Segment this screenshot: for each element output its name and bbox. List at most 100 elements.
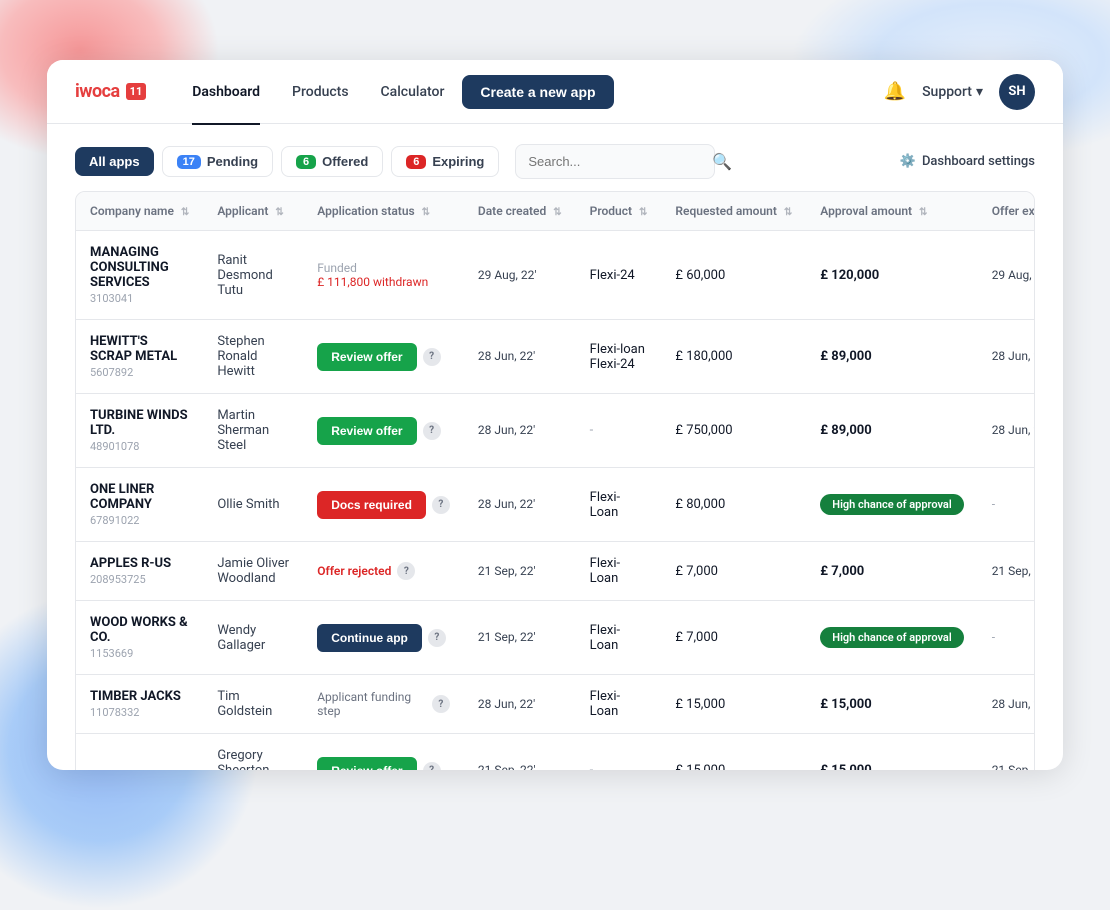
- date-created: 28 Jun, 22': [478, 497, 535, 511]
- requested-amount: £ 80,000: [675, 497, 725, 512]
- search-input[interactable]: [528, 154, 704, 169]
- table-row: WOOD WORKS & CO. 1153669 Wendy Gallager …: [76, 601, 1035, 675]
- status-cell: Offer rejected ?: [317, 562, 450, 580]
- expiry-date: -: [992, 497, 995, 511]
- requested-amount: £ 7,000: [675, 564, 718, 579]
- requested-amount: £ 180,000: [675, 349, 732, 364]
- chevron-down-icon: ▾: [976, 84, 983, 100]
- requested-amount: £ 7,000: [675, 630, 718, 645]
- info-icon[interactable]: ?: [432, 695, 450, 713]
- applicant-name: Ranit Desmond Tutu: [217, 253, 272, 298]
- offered-filter[interactable]: 6 Offered: [281, 146, 383, 177]
- date-created: 28 Jun, 22': [478, 423, 535, 437]
- review-offer-button[interactable]: Review offer: [317, 343, 416, 371]
- approval-amount: £ 89,000: [820, 349, 871, 364]
- expiry-date: 29 Aug, 22': [992, 268, 1035, 282]
- expiry-date: -: [992, 630, 995, 644]
- expiring-badge: 6: [406, 155, 426, 169]
- col-applicant: Applicant ⇅: [203, 192, 303, 231]
- dashboard-settings[interactable]: ⚙️ Dashboard settings: [900, 154, 1035, 169]
- product-label: -: [590, 423, 648, 438]
- product-label: Flexi-Loan: [590, 556, 648, 586]
- nav-products[interactable]: Products: [278, 76, 363, 108]
- create-new-app-button[interactable]: Create a new app: [462, 75, 613, 109]
- nav-links: Dashboard Products Calculator Create a n…: [178, 75, 859, 109]
- date-created: 28 Jun, 22': [478, 349, 535, 363]
- sort-icon-requested[interactable]: ⇅: [784, 207, 792, 218]
- company-id: 48901078: [90, 440, 189, 453]
- company-name: ONE LINER COMPANY: [90, 482, 189, 512]
- pending-filter[interactable]: 17 Pending: [162, 146, 274, 177]
- logo-icon: 11: [126, 83, 147, 100]
- date-created: 21 Sep, 22': [478, 630, 536, 644]
- info-icon[interactable]: ?: [428, 629, 446, 647]
- expiry-date: 28 Jun, 22': [992, 349, 1035, 363]
- table-row: ONE LINER COMPANY 67891022 Ollie Smith D…: [76, 468, 1035, 542]
- settings-gear-icon: ⚙️: [900, 154, 916, 169]
- sort-icon-applicant[interactable]: ⇅: [275, 207, 283, 218]
- col-company: Company name ⇅: [76, 192, 203, 231]
- applicant-name: Stephen Ronald Hewitt: [217, 334, 264, 379]
- search-box: 🔍: [515, 144, 715, 179]
- offered-badge: 6: [296, 155, 316, 169]
- sort-icon-date[interactable]: ⇅: [553, 207, 561, 218]
- review-offer-button[interactable]: Review offer: [317, 417, 416, 445]
- continue-app-button[interactable]: Continue app: [317, 624, 422, 652]
- col-approval: Approval amount ⇅: [806, 192, 977, 231]
- status-cell: Docs required ?: [317, 491, 450, 519]
- support-button[interactable]: Support ▾: [922, 84, 983, 100]
- expiring-filter[interactable]: 6 Expiring: [391, 146, 499, 177]
- applicant-step: Applicant funding step: [317, 690, 426, 718]
- date-created: 28 Jun, 22': [478, 697, 535, 711]
- nav-calculator[interactable]: Calculator: [367, 76, 459, 108]
- company-name: MANAGING CONSULTING SERVICES: [90, 245, 189, 290]
- product-label: -: [590, 763, 648, 770]
- product-label: Flexi-Loan: [590, 490, 648, 520]
- sort-icon-product[interactable]: ⇅: [639, 207, 647, 218]
- col-status: Application status ⇅: [303, 192, 464, 231]
- company-id: 67891022: [90, 514, 189, 527]
- avatar[interactable]: SH: [999, 74, 1035, 110]
- company-name: TIMBER JACKS: [90, 689, 189, 704]
- sort-icon-approval[interactable]: ⇅: [919, 207, 927, 218]
- review-offer-button[interactable]: Review offer: [317, 757, 416, 771]
- logo-text: iwoca: [75, 81, 120, 102]
- product-label: Flexi-Loan: [590, 623, 648, 653]
- col-product: Product ⇅: [576, 192, 662, 231]
- expiry-date: 21 Sep, 22': [992, 763, 1035, 770]
- bell-icon[interactable]: 🔔: [884, 81, 906, 102]
- product-label: Flexi-Loan: [590, 689, 648, 719]
- company-id: 1153669: [90, 647, 189, 660]
- applicant-name: Martin Sherman Steel: [217, 408, 269, 453]
- applicant-name: Ollie Smith: [217, 497, 279, 512]
- status-funded: Funded £ 111,800 withdrawn: [317, 261, 450, 289]
- pending-label: Pending: [207, 154, 258, 169]
- table-row: TURBINE WINDS LTD. 48901078 Martin Sherm…: [76, 394, 1035, 468]
- status-cell: Review offer ?: [317, 343, 450, 371]
- sort-icon-company[interactable]: ⇅: [181, 207, 189, 218]
- applicant-name: Tim Goldstein: [217, 689, 272, 719]
- nav-dashboard[interactable]: Dashboard: [178, 76, 274, 108]
- main-card: iwoca 11 Dashboard Products Calculator C…: [47, 60, 1063, 770]
- info-icon[interactable]: ?: [397, 562, 415, 580]
- info-icon[interactable]: ?: [423, 762, 441, 771]
- company-name: WOOD WORKS & CO.: [90, 615, 189, 645]
- info-icon[interactable]: ?: [423, 348, 441, 366]
- docs-required-button[interactable]: Docs required: [317, 491, 426, 519]
- info-icon[interactable]: ?: [432, 496, 450, 514]
- applicant-name: Wendy Gallager: [217, 623, 265, 653]
- sort-icon-status[interactable]: ⇅: [422, 207, 430, 218]
- date-created: 21 Sep, 22': [478, 564, 536, 578]
- col-requested: Requested amount ⇅: [661, 192, 806, 231]
- table-row: TIMBER JACKS 11078332 Tim Goldstein Appl…: [76, 675, 1035, 734]
- info-icon[interactable]: ?: [423, 422, 441, 440]
- approval-amount: £ 15,000: [820, 697, 871, 712]
- expiring-label: Expiring: [432, 154, 484, 169]
- logo: iwoca 11: [75, 81, 146, 102]
- product-label: Flexi-24: [590, 268, 648, 283]
- all-apps-filter[interactable]: All apps: [75, 147, 154, 176]
- date-created: 21 Sep, 22': [478, 763, 536, 770]
- approval-amount: £ 120,000: [820, 268, 879, 283]
- settings-label: Dashboard settings: [922, 154, 1035, 169]
- offer-rejected: Offer rejected: [317, 564, 391, 578]
